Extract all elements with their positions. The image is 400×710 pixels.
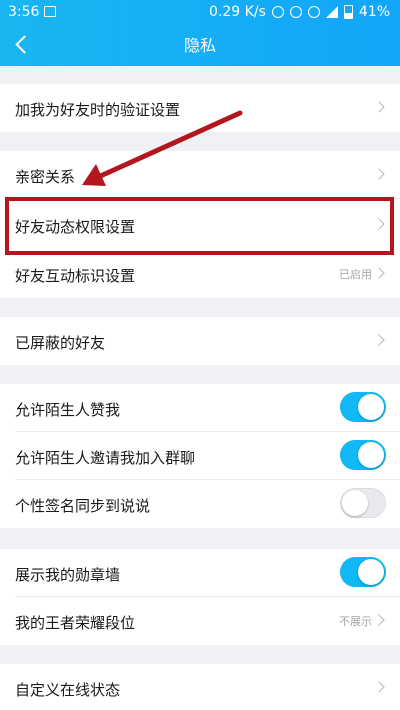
- annotation-arrow: [82, 110, 243, 186]
